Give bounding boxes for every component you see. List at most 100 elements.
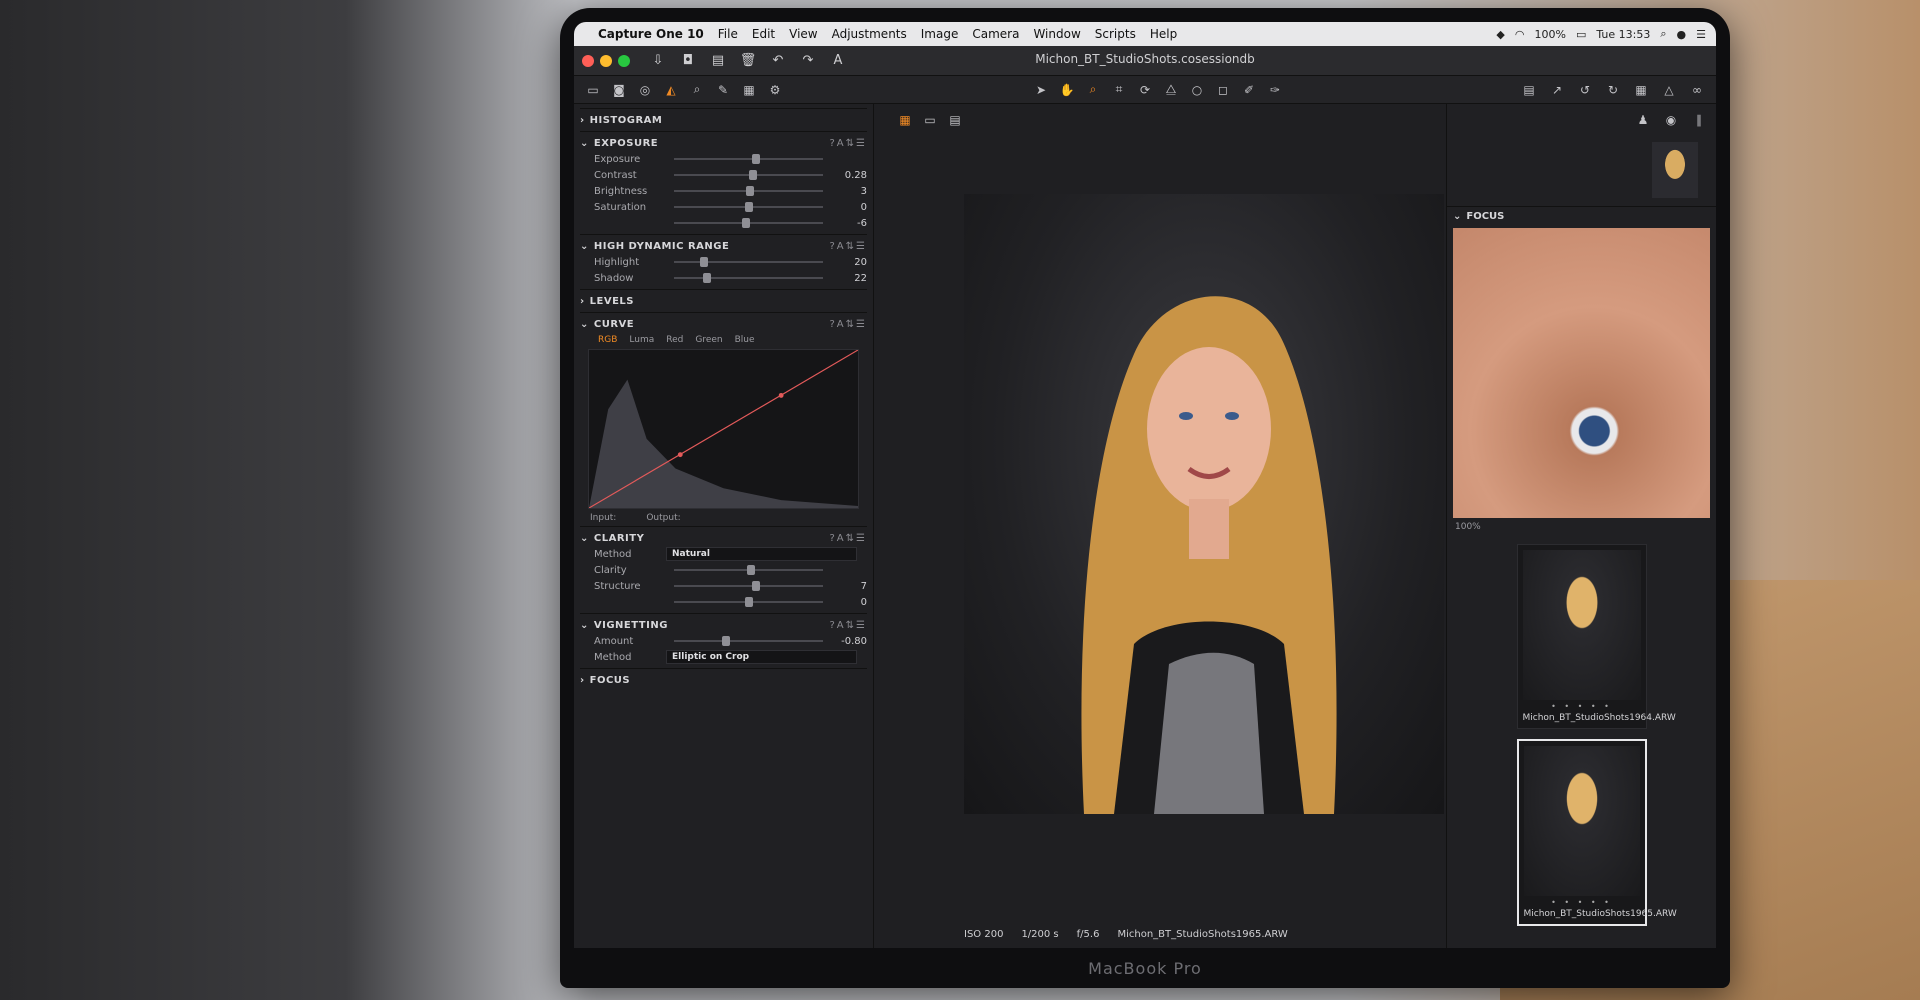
vignetting-method-select[interactable]: Elliptic on Crop bbox=[666, 650, 857, 664]
slider-knob[interactable] bbox=[699, 257, 708, 267]
expand-arrow-icon[interactable]: ⌄ bbox=[1453, 211, 1461, 222]
slider-track[interactable] bbox=[674, 257, 823, 267]
mask-tool-icon[interactable]: ◻ bbox=[1212, 80, 1234, 100]
close-window-button[interactable] bbox=[582, 54, 594, 67]
library-tab-icon[interactable]: ▭ bbox=[582, 80, 604, 100]
wifi-icon[interactable]: ◠ bbox=[1515, 28, 1525, 41]
slider-track[interactable] bbox=[674, 218, 823, 228]
grid-view-icon[interactable]: ▦ bbox=[894, 110, 916, 130]
section-controls[interactable]: ?A⇅☰ bbox=[830, 620, 868, 631]
section-header[interactable]: ⌄ CURVE ?A⇅☰ bbox=[580, 316, 867, 332]
redo-icon[interactable]: ↷ bbox=[796, 50, 820, 72]
filmstrip-view-icon[interactable]: ▤ bbox=[944, 110, 966, 130]
slider-knob[interactable] bbox=[751, 154, 760, 164]
slider-knob[interactable] bbox=[745, 186, 754, 196]
tab-blue[interactable]: Blue bbox=[735, 335, 755, 345]
stack-icon[interactable]: ▤ bbox=[1518, 80, 1540, 100]
slider-knob[interactable] bbox=[747, 565, 756, 575]
curve-editor[interactable] bbox=[588, 349, 859, 509]
collapse-arrow-icon[interactable]: › bbox=[580, 296, 585, 307]
focus-header[interactable]: ⌄ FOCUS bbox=[1447, 206, 1716, 226]
slider-knob[interactable] bbox=[744, 202, 753, 212]
slider-value[interactable]: -6 bbox=[831, 218, 867, 229]
tab-green[interactable]: Green bbox=[695, 335, 722, 345]
slider-knob[interactable] bbox=[748, 170, 757, 180]
crop-tool-icon[interactable]: ⌗ bbox=[1108, 80, 1130, 100]
local-adjust-tab-icon[interactable]: ✎ bbox=[712, 80, 734, 100]
user-icon[interactable]: ♟ bbox=[1632, 110, 1654, 130]
rating-stars[interactable]: • • • • • bbox=[1523, 702, 1641, 711]
section-header[interactable]: › FOCUS bbox=[580, 672, 867, 688]
slider-track[interactable] bbox=[674, 597, 823, 607]
expand-arrow-icon[interactable]: ⌄ bbox=[580, 620, 589, 631]
warning-icon[interactable]: △ bbox=[1658, 80, 1680, 100]
slider-value[interactable]: -0.80 bbox=[831, 636, 867, 647]
zoom-window-button[interactable] bbox=[618, 54, 630, 67]
menu-adjustments[interactable]: Adjustments bbox=[832, 27, 907, 41]
clarity-method-select[interactable]: Natural bbox=[666, 547, 857, 561]
slider-knob[interactable] bbox=[751, 581, 760, 591]
rotate-right-icon[interactable]: ↻ bbox=[1602, 80, 1624, 100]
undo-icon[interactable]: ↶ bbox=[766, 50, 790, 72]
menu-edit[interactable]: Edit bbox=[752, 27, 775, 41]
focus-zoom[interactable]: 100% bbox=[1447, 520, 1716, 534]
notification-center-icon[interactable]: ☰ bbox=[1696, 28, 1706, 41]
single-view-icon[interactable]: ▭ bbox=[919, 110, 941, 130]
expand-arrow-icon[interactable]: ⌄ bbox=[580, 533, 589, 544]
search-icon[interactable]: ⌕ bbox=[1660, 27, 1666, 41]
expand-arrow-icon[interactable]: ⌄ bbox=[580, 319, 589, 330]
slider-value[interactable]: 0 bbox=[831, 202, 867, 213]
menu-camera[interactable]: Camera bbox=[972, 27, 1019, 41]
rotate-tool-icon[interactable]: ⟳ bbox=[1134, 80, 1156, 100]
slider-value[interactable]: 3 bbox=[831, 186, 867, 197]
slider-value[interactable]: 22 bbox=[831, 273, 867, 284]
collapse-arrow-icon[interactable]: › bbox=[580, 115, 585, 126]
section-controls[interactable]: ?A⇅☰ bbox=[830, 138, 868, 149]
battery-icon[interactable]: ▭ bbox=[1576, 28, 1586, 41]
image-viewer[interactable]: ▦ ▭ ▤ ➤ ➤ ➤ bbox=[874, 104, 1526, 948]
section-header[interactable]: ⌄ HIGH DYNAMIC RANGE ?A⇅☰ bbox=[580, 238, 867, 254]
slider-knob[interactable] bbox=[722, 636, 731, 646]
section-header[interactable]: ⌄ EXPOSURE ?A⇅☰ bbox=[580, 135, 867, 151]
rotate-left-icon[interactable]: ↺ bbox=[1574, 80, 1596, 100]
text-tool-icon[interactable]: A bbox=[826, 50, 850, 72]
section-controls[interactable]: ?A⇅☰ bbox=[830, 241, 868, 252]
menu-help[interactable]: Help bbox=[1150, 27, 1177, 41]
camera-icon[interactable]: ◘ bbox=[676, 50, 700, 72]
section-controls[interactable]: ?A⇅☰ bbox=[830, 319, 868, 330]
pan-tool-icon[interactable]: ✋ bbox=[1056, 80, 1078, 100]
navigator-thumbnail[interactable] bbox=[1652, 142, 1698, 198]
proof-glasses-icon[interactable]: ∞ bbox=[1686, 80, 1708, 100]
grid-icon[interactable]: ▦ bbox=[1630, 80, 1652, 100]
menu-view[interactable]: View bbox=[789, 27, 817, 41]
detail-tab-icon[interactable]: ⌕ bbox=[686, 80, 708, 100]
metadata-tab-icon[interactable]: ▦ bbox=[738, 80, 760, 100]
capture-tab-icon[interactable]: ◙ bbox=[608, 80, 630, 100]
section-header[interactable]: ⌄ VIGNETTING ?A⇅☰ bbox=[580, 617, 867, 633]
eye-icon[interactable]: ◉ bbox=[1660, 110, 1682, 130]
new-session-icon[interactable]: ▤ bbox=[706, 50, 730, 72]
picker-tool-icon[interactable]: ✐ bbox=[1238, 80, 1260, 100]
browser-thumbnail[interactable]: • • • • • Michon_BT_StudioShots1964.ARW bbox=[1516, 544, 1676, 729]
import-icon[interactable]: ⇩ bbox=[646, 50, 670, 72]
siri-icon[interactable]: ● bbox=[1677, 28, 1687, 41]
slider-value[interactable]: 0 bbox=[831, 597, 867, 608]
slider-value[interactable]: 0.28 bbox=[831, 170, 867, 181]
section-header[interactable]: › LEVELS bbox=[580, 293, 867, 309]
dropbox-icon[interactable]: ◆ bbox=[1496, 28, 1504, 41]
slider-track[interactable] bbox=[674, 170, 823, 180]
expand-arrow-icon[interactable]: ⌄ bbox=[580, 138, 589, 149]
copy-adjust-tool-icon[interactable]: ✑ bbox=[1264, 80, 1286, 100]
expand-arrow-icon[interactable]: ⌄ bbox=[580, 241, 589, 252]
section-header[interactable]: › HISTOGRAM bbox=[580, 112, 867, 128]
keystone-tool-icon[interactable]: ⧋ bbox=[1160, 80, 1182, 100]
menu-file[interactable]: File bbox=[718, 27, 738, 41]
zoom-tool-icon[interactable]: ⌕ bbox=[1082, 80, 1104, 100]
menu-app-name[interactable]: Capture One 10 bbox=[598, 27, 704, 41]
slider-track[interactable] bbox=[674, 273, 823, 283]
section-header[interactable]: ⌄ CLARITY ?A⇅☰ bbox=[580, 530, 867, 546]
focus-preview[interactable] bbox=[1453, 228, 1710, 518]
menu-window[interactable]: Window bbox=[1033, 27, 1080, 41]
slider-value[interactable]: 7 bbox=[831, 581, 867, 592]
slider-track[interactable] bbox=[674, 202, 823, 212]
